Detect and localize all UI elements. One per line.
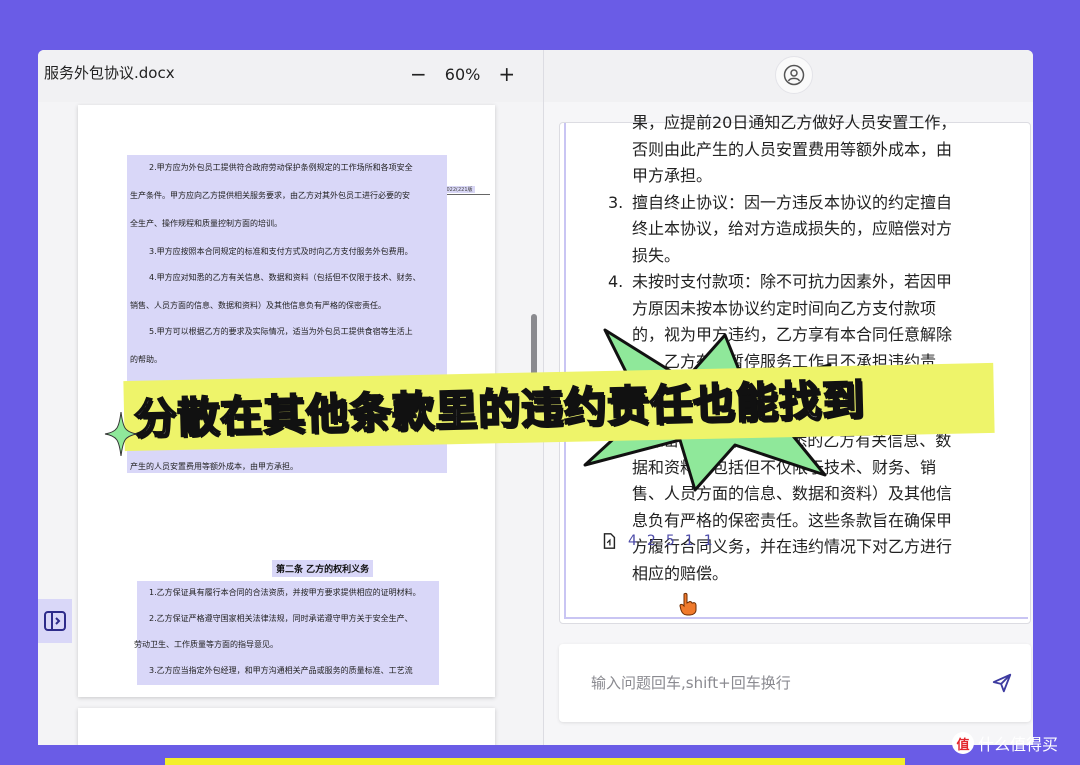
citation-link[interactable]: 1 <box>704 533 713 549</box>
answer-line-number: 3. <box>608 192 624 212</box>
answer-line-number <box>608 296 632 323</box>
document-reference-icon <box>603 533 616 549</box>
answer-line: 3. 擅自终止协议：因一方违反本协议的约定擅自 <box>608 190 1028 217</box>
answer-line-number <box>608 508 632 535</box>
hand-cursor-icon <box>679 592 697 616</box>
sparkle-icon <box>104 411 138 457</box>
answer-line-text: 擅自终止协议：因一方违反本协议的约定擅自 <box>632 192 953 212</box>
doc-line: 全生产、操作规程和质量控制方面的培训。 <box>130 219 282 228</box>
citation-link[interactable]: 4 <box>628 533 637 549</box>
doc-line: 5.甲方可以根据乙方的要求及实际情况，适当为外包员工提供食宿等生活上 <box>149 327 413 336</box>
answer-line-number <box>608 243 632 270</box>
doc-line: 销售、人员方面的信息、数据和资料）及其他信息负有严格的保密责任。 <box>130 301 386 310</box>
question-input[interactable] <box>589 670 963 696</box>
doc-line: 生产条件。甲方应向乙方提供相关服务要求，由乙方对其外包员工进行必要的安 <box>130 191 410 200</box>
doc-line: 的帮助。 <box>130 355 162 364</box>
sidebar-toggle-button[interactable] <box>38 599 72 643</box>
citation-list: 4 2 5 1 1 <box>600 532 713 550</box>
doc-line: 产生的人员安置费用等额外成本，由甲方承担。 <box>130 462 298 471</box>
answer-line-text: 甲方承担。 <box>632 166 713 185</box>
answer-line: 否则由此产生的人员安置费用等额外成本，由 <box>608 137 1028 164</box>
document-title: 服务外包协议.docx <box>44 64 175 82</box>
answer-line-number <box>608 216 632 243</box>
user-avatar[interactable] <box>775 56 813 94</box>
send-icon[interactable] <box>991 672 1013 694</box>
answer-line-number <box>608 137 632 164</box>
bottom-accent-strip <box>165 758 905 765</box>
site-watermark: 值 什么值得买 <box>952 731 1058 755</box>
section-title: 第二条 乙方的权利义务 <box>272 560 374 577</box>
answer-line-number <box>608 163 632 190</box>
answer-line: 果，应提前20日通知乙方做好人员安置工作， <box>608 110 1028 137</box>
answer-line-text: 未按时支付款项：除不可抗力因素外，若因甲 <box>632 272 953 291</box>
citation-link[interactable]: 5 <box>666 533 675 549</box>
citation-link[interactable]: 2 <box>647 533 656 549</box>
doc-line: 劳动卫生、工作质量等方面的指导意见。 <box>134 640 278 649</box>
answer-line: 终止本协议，给对方造成损失的，应赔偿对方 <box>608 216 1028 243</box>
document-page-next <box>78 708 495 745</box>
sidebar-toggle-icon <box>44 611 66 631</box>
answer-line: 相应的赔偿。 <box>608 561 1028 588</box>
doc-line: 2.甲方应为外包员工提供符合政府劳动保护条例规定的工作场所和各项安全 <box>149 163 413 172</box>
watermark-logo-icon: 值 <box>952 732 974 754</box>
answer-line-text: 息负有严格的保密责任。这些条款旨在确保甲 <box>632 510 953 530</box>
answer-line-text: 相应的赔偿。 <box>632 563 729 583</box>
answer-line-text: 果，应提前20日通知乙方做好人员安置工作， <box>632 113 957 132</box>
answer-line-number <box>608 110 632 137</box>
zoom-in-button[interactable]: + <box>498 64 515 84</box>
answer-line: 损失。 <box>608 243 1028 270</box>
user-icon <box>783 64 805 86</box>
doc-line: 3.甲方应按照本合同规定的标准和支付方式及时向乙方支付服务外包费用。 <box>149 247 413 256</box>
answer-line-number: 4. <box>608 272 624 291</box>
answer-line: 息负有严格的保密责任。这些条款旨在确保甲 <box>608 508 1028 535</box>
doc-line: 2.乙方保证严格遵守国家相关法律法规，同时承诺遵守甲方关于安全生产、 <box>149 614 413 623</box>
zoom-out-button[interactable]: − <box>410 64 427 84</box>
zoom-control: − 60% + <box>410 64 515 84</box>
answer-line-number <box>608 561 632 588</box>
doc-line: 4.甲方应对知悉的乙方有关信息、数据和资料（包括但不仅限于技术、财务、 <box>149 273 421 282</box>
answer-line-text: 方原因未按本协议约定时间向乙方支付款项 <box>632 298 937 318</box>
answer-line: 甲方承担。 <box>608 163 1028 190</box>
answer-line-text: 否则由此产生的人员安置费用等额外成本，由 <box>632 139 953 159</box>
document-header: 服务外包协议.docx − 60% + <box>38 50 543 102</box>
zoom-level: 60% <box>444 64 481 84</box>
answer-line-text: 损失。 <box>632 245 681 265</box>
watermark-text: 什么值得买 <box>978 735 1059 754</box>
doc-line: 1.乙方保证具有履行本合同的合法资质，并按甲方要求提供相应的证明材料。 <box>149 588 421 597</box>
answer-line: 方原因未按本协议约定时间向乙方支付款项 <box>608 296 1028 323</box>
citation-link[interactable]: 1 <box>685 533 694 549</box>
question-input-bar <box>559 644 1031 722</box>
answer-line: 4. 未按时支付款项：除不可抗力因素外，若因甲 <box>608 269 1028 296</box>
answer-line-text: 终止本协议，给对方造成损失的，应赔偿对方 <box>632 219 953 238</box>
doc-line: 3.乙方应当指定外包经理，和甲方沟通相关产品或服务的质量标准、工艺流 <box>149 666 413 675</box>
